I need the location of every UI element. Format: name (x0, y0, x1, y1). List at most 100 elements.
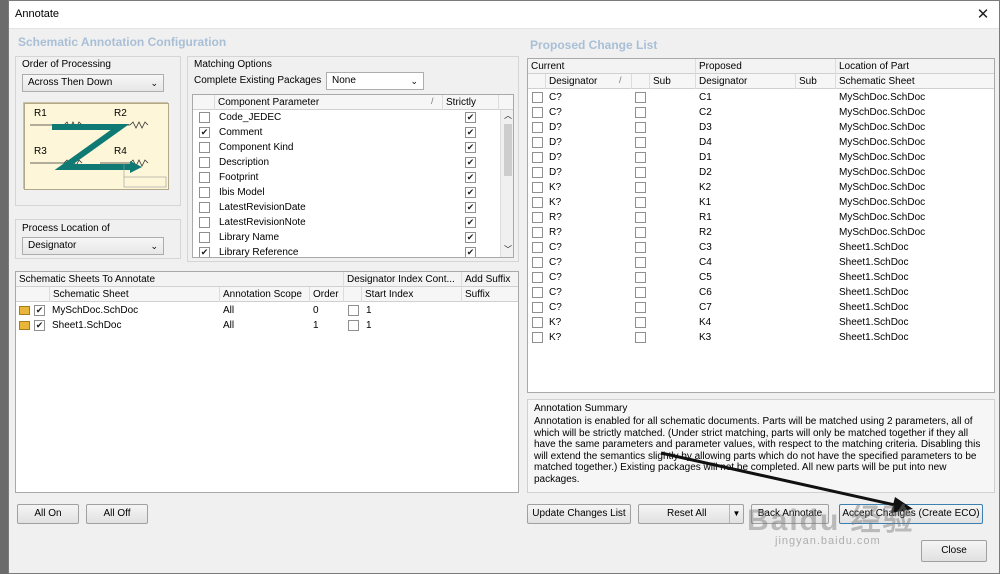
sub-checkbox[interactable] (635, 122, 646, 133)
scroll-up-icon[interactable]: ︿ (504, 110, 512, 121)
sub-checkbox[interactable] (635, 227, 646, 238)
param-strictly-checkbox[interactable]: ✔ (465, 202, 476, 213)
sub-checkbox[interactable] (635, 302, 646, 313)
all-on-button[interactable]: All On (17, 504, 79, 524)
sub-checkbox[interactable] (635, 317, 646, 328)
order-value[interactable]: 1 (313, 318, 319, 333)
start-index-value[interactable]: 1 (366, 318, 372, 333)
change-select-checkbox[interactable] (532, 137, 543, 148)
sub-checkbox[interactable] (635, 137, 646, 148)
sheet-row: ✔ Sheet1.SchDoc All 1 1 (16, 318, 518, 333)
schematic-sheet: MySchDoc.SchDoc (839, 152, 926, 163)
param-enable-checkbox[interactable] (199, 112, 210, 123)
strictly-col-header[interactable]: Strictly (443, 95, 499, 110)
param-strictly-checkbox[interactable]: ✔ (465, 187, 476, 198)
param-enable-checkbox[interactable] (199, 232, 210, 243)
scroll-thumb[interactable] (504, 124, 512, 176)
sub-checkbox[interactable] (635, 107, 646, 118)
change-select-checkbox[interactable] (532, 212, 543, 223)
sub-checkbox[interactable] (635, 287, 646, 298)
chevron-down-icon: ⌄ (150, 241, 158, 251)
order-value[interactable]: 0 (313, 303, 319, 318)
order-col-header[interactable]: Order (310, 287, 344, 302)
param-strictly-checkbox[interactable]: ✔ (465, 232, 476, 243)
designator-index-checkbox[interactable] (348, 305, 359, 316)
param-strictly-checkbox[interactable]: ✔ (465, 112, 476, 123)
update-changes-button[interactable]: Update Changes List (527, 504, 631, 524)
sheet-col-header[interactable]: Schematic Sheet (50, 287, 220, 302)
change-select-checkbox[interactable] (532, 317, 543, 328)
annotation-scope[interactable]: All (223, 303, 234, 318)
sub-checkbox[interactable] (635, 272, 646, 283)
current-designator: C? (549, 92, 562, 103)
param-strictly-checkbox[interactable]: ✔ (465, 217, 476, 228)
change-select-checkbox[interactable] (532, 257, 543, 268)
sub-checkbox[interactable] (635, 92, 646, 103)
param-enable-checkbox[interactable] (199, 172, 210, 183)
param-enable-checkbox[interactable] (199, 217, 210, 228)
sheet-enable-checkbox[interactable]: ✔ (34, 305, 45, 316)
param-enable-checkbox[interactable] (199, 142, 210, 153)
param-enable-checkbox[interactable]: ✔ (199, 127, 210, 138)
sub-checkbox[interactable] (635, 242, 646, 253)
order-select[interactable]: Across Then Down ⌄ (22, 74, 164, 92)
param-enable-checkbox[interactable] (199, 187, 210, 198)
sub-checkbox[interactable] (635, 257, 646, 268)
suffix-col-header[interactable]: Suffix (462, 287, 518, 302)
change-select-checkbox[interactable] (532, 242, 543, 253)
param-strictly-checkbox[interactable]: ✔ (465, 142, 476, 153)
parameter-scrollbar[interactable]: ︿ ﹀ (500, 110, 513, 257)
proposed-designator: K4 (699, 317, 712, 328)
change-select-checkbox[interactable] (532, 302, 543, 313)
change-select-checkbox[interactable] (532, 122, 543, 133)
change-row: R? R2 MySchDoc.SchDoc (528, 225, 994, 240)
change-select-checkbox[interactable] (532, 152, 543, 163)
close-button[interactable]: Close (921, 540, 987, 562)
sheet-enable-checkbox[interactable]: ✔ (34, 320, 45, 331)
start-index-col-header[interactable]: Start Index (362, 287, 462, 302)
complete-packages-select[interactable]: None ⌄ (326, 72, 424, 90)
param-strictly-checkbox[interactable]: ✔ (465, 247, 476, 257)
change-select-checkbox[interactable] (532, 287, 543, 298)
param-col-header[interactable]: Component Parameter (215, 95, 443, 110)
designator-index-checkbox[interactable] (348, 320, 359, 331)
current-sub-col-header[interactable]: Sub (650, 74, 696, 89)
all-off-button[interactable]: All Off (86, 504, 148, 524)
param-enable-checkbox[interactable]: ✔ (199, 247, 210, 257)
sub-checkbox[interactable] (635, 152, 646, 163)
change-select-checkbox[interactable] (532, 197, 543, 208)
current-designator: D? (549, 167, 562, 178)
process-location-select[interactable]: Designator ⌄ (22, 237, 164, 255)
close-icon[interactable]: ✕ (971, 5, 995, 25)
proposed-designator-col-header[interactable]: Designator (696, 74, 796, 89)
change-row: D? D3 MySchDoc.SchDoc (528, 120, 994, 135)
param-name: Description (219, 157, 270, 168)
proposed-sub-col-header[interactable]: Sub (796, 74, 836, 89)
sheet-rows: ✔ MySchDoc.SchDoc All 0 1 ✔ Sheet1.SchDoc All 1 1 (16, 303, 518, 343)
param-strictly-checkbox[interactable]: ✔ (465, 127, 476, 138)
change-select-checkbox[interactable] (532, 182, 543, 193)
schematic-sheet-col-header[interactable]: Schematic Sheet (836, 74, 994, 89)
change-select-checkbox[interactable] (532, 332, 543, 343)
param-enable-checkbox[interactable] (199, 157, 210, 168)
sub-checkbox[interactable] (635, 332, 646, 343)
scope-col-header[interactable]: Annotation Scope (220, 287, 310, 302)
change-select-checkbox[interactable] (532, 227, 543, 238)
chevron-down-icon: ⌄ (150, 78, 158, 88)
change-select-checkbox[interactable] (532, 92, 543, 103)
change-select-checkbox[interactable] (532, 107, 543, 118)
param-strictly-checkbox[interactable]: ✔ (465, 172, 476, 183)
change-row: D? D1 MySchDoc.SchDoc (528, 150, 994, 165)
parameter-grid-header: Component Parameter / Strictly (193, 95, 513, 110)
sub-checkbox[interactable] (635, 182, 646, 193)
annotation-scope[interactable]: All (223, 318, 234, 333)
start-index-value[interactable]: 1 (366, 303, 372, 318)
sub-checkbox[interactable] (635, 197, 646, 208)
scroll-down-icon[interactable]: ﹀ (504, 244, 512, 255)
sub-checkbox[interactable] (635, 167, 646, 178)
change-select-checkbox[interactable] (532, 167, 543, 178)
param-strictly-checkbox[interactable]: ✔ (465, 157, 476, 168)
sub-checkbox[interactable] (635, 212, 646, 223)
param-enable-checkbox[interactable] (199, 202, 210, 213)
change-select-checkbox[interactable] (532, 272, 543, 283)
